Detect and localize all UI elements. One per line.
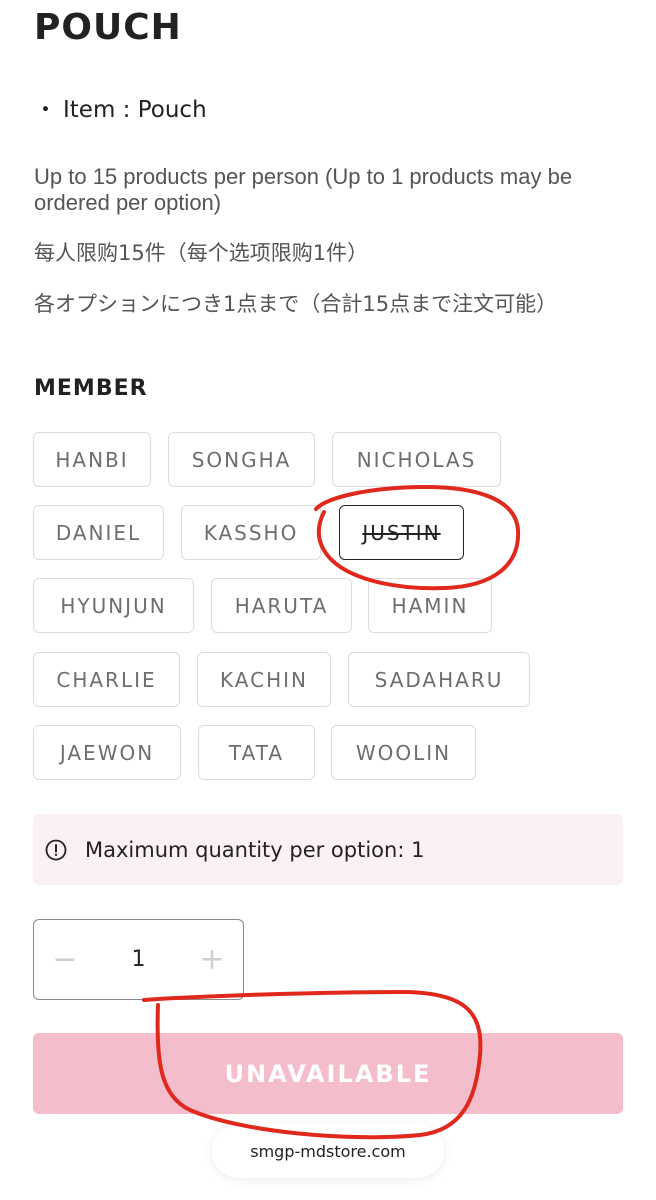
product-page: POUCH ・ Item : Pouch Up to 15 products pe… bbox=[0, 0, 656, 1200]
browser-url-bar[interactable]: smgp-mdstore.com bbox=[212, 1124, 444, 1178]
member-option-kassho[interactable]: KASSHO bbox=[181, 505, 321, 560]
member-option-hamin[interactable]: HAMIN bbox=[368, 578, 492, 633]
purchase-limit-en: Up to 15 products per person (Up to 1 pr… bbox=[34, 164, 573, 215]
member-option-hanbi[interactable]: HANBI bbox=[33, 432, 151, 487]
member-option-daniel[interactable]: DANIEL bbox=[33, 505, 164, 560]
item-text: Item : Pouch bbox=[63, 97, 207, 123]
item-bullet: ・ bbox=[34, 97, 57, 123]
quantity-stepper: − 1 + bbox=[33, 919, 244, 1000]
member-option-songha[interactable]: SONGHA bbox=[168, 432, 315, 487]
member-option-tata[interactable]: TATA bbox=[198, 725, 315, 780]
purchase-limit-ja: 各オプションにつき1点まで（合計15点まで注文可能） bbox=[34, 292, 558, 316]
product-title: POUCH bbox=[34, 7, 182, 48]
item-description: ・ Item : Pouch bbox=[34, 94, 207, 126]
member-option-charlie[interactable]: CHARLIE bbox=[33, 652, 180, 707]
unavailable-button[interactable]: UNAVAILABLE bbox=[33, 1033, 623, 1114]
member-option-kachin[interactable]: KACHIN bbox=[197, 652, 331, 707]
quantity-value[interactable]: 1 bbox=[132, 947, 146, 972]
member-option-justin[interactable]: JUSTIN bbox=[339, 505, 464, 560]
member-heading: MEMBER bbox=[34, 376, 148, 401]
member-option-nicholas[interactable]: NICHOLAS bbox=[332, 432, 501, 487]
member-option-sadaharu[interactable]: SADAHARU bbox=[348, 652, 530, 707]
decrease-quantity-button[interactable]: − bbox=[34, 920, 96, 999]
max-quantity-notice: Maximum quantity per option: 1 bbox=[33, 814, 623, 885]
info-circle-icon bbox=[45, 839, 67, 861]
member-option-jaewon[interactable]: JAEWON bbox=[33, 725, 181, 780]
member-option-haruta[interactable]: HARUTA bbox=[211, 578, 352, 633]
increase-quantity-button[interactable]: + bbox=[181, 920, 243, 999]
notice-text: Maximum quantity per option: 1 bbox=[85, 837, 425, 862]
purchase-limit-zh: 每人限购15件（每个选项限购1件） bbox=[34, 241, 369, 265]
member-option-woolin[interactable]: WOOLIN bbox=[331, 725, 476, 780]
member-option-hyunjun[interactable]: HYUNJUN bbox=[33, 578, 194, 633]
